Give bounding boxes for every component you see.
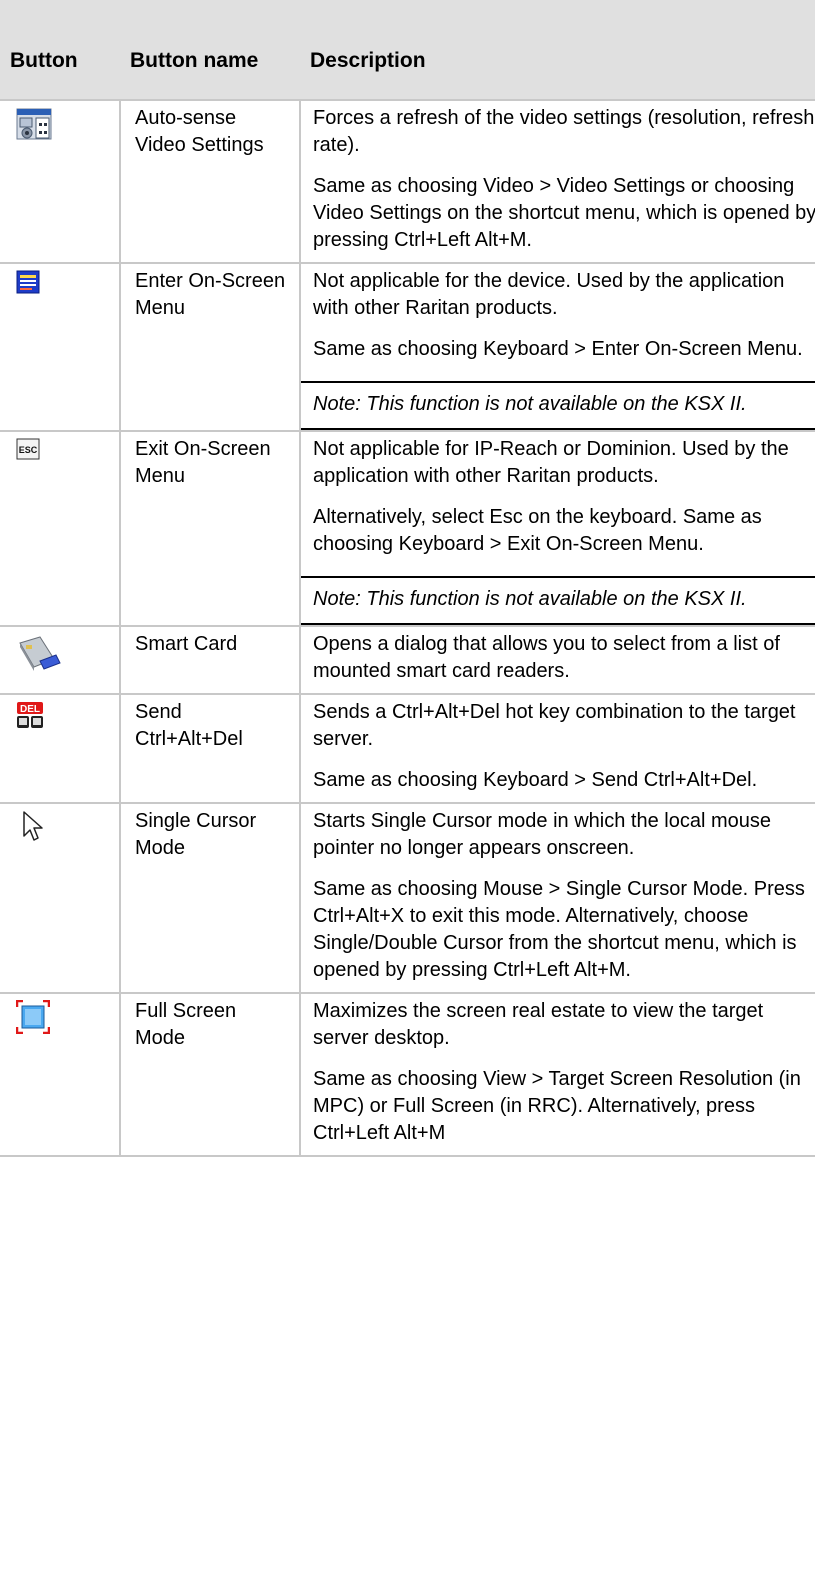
table-header: Button Button name Description — [0, 36, 815, 100]
description-cell: Sends a Ctrl+Alt+Del hot key combination… — [299, 693, 815, 804]
on-screen-menu-icon[interactable] — [16, 270, 42, 304]
table-row: Auto-sense Video Settings Forces a refre… — [0, 99, 815, 264]
button-icon-cell: DEL — [0, 693, 121, 804]
table-row: ESC Exit On-Screen Menu Not applicable f… — [0, 430, 815, 627]
description-text: Not applicable for IP-Reach or Dominion.… — [313, 438, 789, 487]
header-band — [0, 0, 815, 36]
description-text: Starts Single Cursor mode in which the l… — [313, 810, 771, 859]
description-cell: Opens a dialog that allows you to select… — [299, 625, 815, 695]
button-name: Send Ctrl+Alt+Del — [119, 693, 301, 804]
description-cell: Not applicable for the device. Used by t… — [299, 262, 815, 432]
full-screen-icon[interactable] — [15, 999, 51, 1042]
description-cell: Starts Single Cursor mode in which the l… — [299, 802, 815, 994]
button-name: Full Screen Mode — [119, 992, 301, 1157]
smart-card-icon[interactable] — [16, 633, 62, 685]
button-icon-cell — [0, 99, 121, 264]
description-cell: Maximizes the screen real estate to view… — [299, 992, 815, 1157]
header-description: Description — [300, 36, 815, 100]
ctrl-alt-del-icon[interactable]: DEL — [16, 701, 46, 739]
button-name: Exit On-Screen Menu — [119, 430, 301, 627]
header-button-name: Button name — [120, 36, 300, 100]
button-name: Auto-sense Video Settings — [119, 99, 301, 264]
description-text: Sends a Ctrl+Alt+Del hot key combination… — [313, 701, 796, 750]
button-icon-cell — [0, 625, 121, 695]
button-icon-cell: ESC — [0, 430, 121, 627]
description-cell: Not applicable for IP-Reach or Dominion.… — [299, 430, 815, 627]
button-name: Smart Card — [119, 625, 301, 695]
header-button: Button — [0, 36, 120, 100]
video-settings-icon[interactable] — [16, 107, 54, 151]
description-text: Alternatively, select Esc on the keyboar… — [313, 506, 762, 555]
description-text: Same as choosing Keyboard > Send Ctrl+Al… — [313, 769, 758, 791]
table-row: DEL Send Ctrl+Alt+Del Sends a Ctrl+Alt+D… — [0, 693, 815, 804]
esc-key-label: ESC — [19, 445, 38, 455]
description-text: Same as choosing Keyboard > Enter On-Scr… — [313, 338, 803, 360]
button-reference-table: Button Button name Description Auto-sens… — [0, 36, 815, 1157]
button-icon-cell — [0, 262, 121, 432]
description-text: Same as choosing View > Target Screen Re… — [313, 1068, 801, 1144]
button-icon-cell — [0, 802, 121, 994]
esc-key-icon[interactable]: ESC — [16, 438, 42, 470]
note-text: Note: This function is not available on … — [301, 381, 815, 430]
description-text: Forces a refresh of the video settings (… — [313, 107, 815, 156]
description-cell: Forces a refresh of the video settings (… — [299, 99, 815, 264]
button-name: Single Cursor Mode — [119, 802, 301, 994]
description-text: Same as choosing Mouse > Single Cursor M… — [313, 878, 805, 981]
description-text: Opens a dialog that allows you to select… — [313, 633, 780, 682]
table-row: Enter On-Screen Menu Not applicable for … — [0, 262, 815, 432]
description-text: Maximizes the screen real estate to view… — [313, 1000, 764, 1049]
button-name: Enter On-Screen Menu — [119, 262, 301, 432]
description-text: Same as choosing Video > Video Settings … — [313, 175, 815, 251]
del-key-label: DEL — [20, 704, 40, 715]
table-row: Smart Card Opens a dialog that allows yo… — [0, 625, 815, 695]
button-icon-cell — [0, 992, 121, 1157]
description-text: Not applicable for the device. Used by t… — [313, 270, 785, 319]
table-row: Full Screen Mode Maximizes the screen re… — [0, 992, 815, 1157]
mouse-cursor-icon[interactable] — [22, 810, 44, 852]
table-row: Single Cursor Mode Starts Single Cursor … — [0, 802, 815, 994]
note-text: Note: This function is not available on … — [301, 576, 815, 625]
